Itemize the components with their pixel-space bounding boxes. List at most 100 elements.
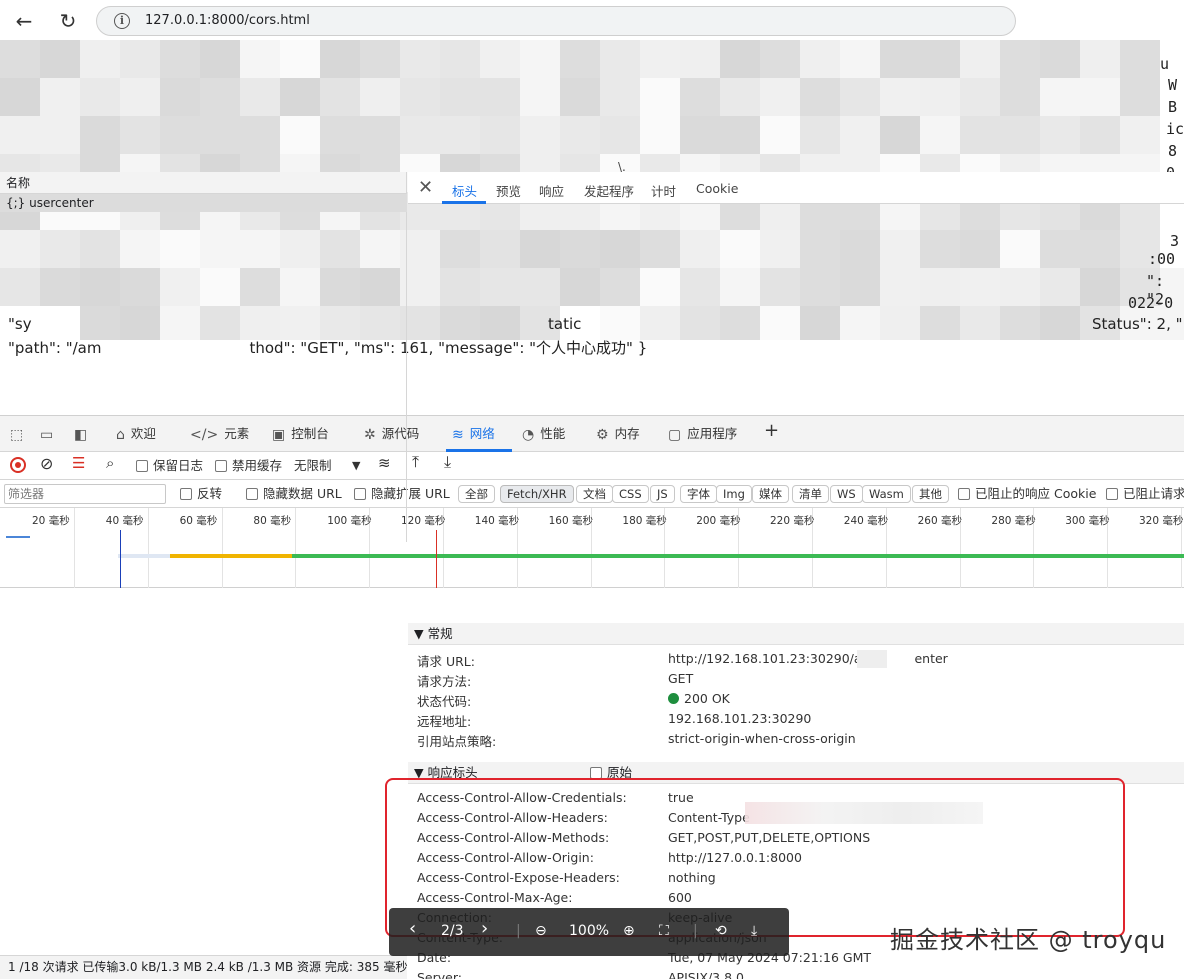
download-icon[interactable]: ⤓	[751, 921, 757, 941]
tab-preview[interactable]: 预览	[496, 181, 521, 200]
blur-block	[1080, 268, 1120, 306]
page-text-fragment: B	[1168, 98, 1178, 116]
blur-block	[240, 78, 280, 116]
blur-block	[600, 306, 640, 340]
plus-icon[interactable]: +	[764, 422, 779, 440]
info-icon[interactable]: i	[114, 13, 130, 29]
header-value: APISIX/3.8.0	[668, 970, 744, 979]
timeline-tick-label: 220 毫秒	[770, 515, 815, 527]
load-marker	[436, 530, 437, 588]
blur-block	[640, 268, 680, 306]
fit-screen-icon[interactable]: ⛶	[659, 921, 669, 941]
type-filter-chip[interactable]: 清单	[792, 485, 829, 503]
blur-block	[480, 78, 520, 116]
type-filter-chip[interactable]: 其他	[912, 485, 949, 503]
type-filter-chip[interactable]: 文档	[576, 485, 613, 503]
next-icon[interactable]: ›	[481, 919, 488, 939]
reload-icon[interactable]: ↻	[56, 10, 80, 34]
type-filter-chip[interactable]: CSS	[612, 485, 649, 503]
column-header-name[interactable]: 名称	[0, 172, 407, 194]
type-filter-chip[interactable]: Img	[716, 485, 752, 503]
zoom-out-icon[interactable]: ⊖	[535, 921, 547, 941]
tab-headers[interactable]: 标头	[452, 181, 477, 200]
blur-block	[400, 116, 440, 154]
blur-block	[160, 78, 200, 116]
type-filter-chip[interactable]: 字体	[680, 485, 717, 503]
blur-block	[600, 268, 640, 306]
blur-block	[480, 40, 520, 78]
blur-block	[1080, 116, 1120, 154]
blocked-requests-checkbox[interactable]: 已阻止请求	[1106, 486, 1184, 502]
blur-block	[520, 230, 560, 268]
blocked-cookies-checkbox[interactable]: 已阻止的响应 Cookie	[958, 486, 1096, 502]
app-icon: ▢	[668, 426, 682, 443]
blur-block	[1120, 116, 1160, 154]
blur-block	[720, 78, 760, 116]
blur-block	[440, 116, 480, 154]
blur-block	[40, 116, 80, 154]
tab-initiator[interactable]: 发起程序	[584, 181, 634, 200]
zoom-in-icon[interactable]: ⊕	[623, 921, 635, 941]
blur-block	[600, 40, 640, 78]
prev-icon[interactable]: ‹	[409, 919, 416, 939]
tab-memory[interactable]: ⚙ 内存	[596, 425, 640, 443]
page-text-fragment: 8	[1168, 142, 1178, 160]
type-filter-chip[interactable]: 全部	[458, 485, 495, 503]
blur-block	[960, 40, 1000, 78]
tab-timing[interactable]: 计时	[651, 181, 676, 200]
header-key: 引用站点策略:	[417, 734, 497, 749]
header-key: 远程地址:	[417, 714, 472, 729]
rotate-icon[interactable]: ⟲	[715, 921, 727, 941]
blur-block	[1040, 116, 1080, 154]
blur-block	[560, 40, 600, 78]
tab-network[interactable]: ≋ 网络	[452, 425, 495, 443]
blur-block	[80, 116, 120, 154]
blur-block	[320, 40, 360, 78]
blur-block	[520, 268, 560, 306]
blur-block	[840, 268, 880, 306]
download-icon[interactable]: ⤓	[444, 454, 451, 470]
blur-block	[1040, 306, 1080, 340]
blur-block	[960, 78, 1000, 116]
back-arrow-icon[interactable]: ←	[12, 10, 36, 34]
blur-block	[680, 40, 720, 78]
blur-block	[160, 116, 200, 154]
divider: |	[516, 923, 521, 939]
type-filter-chip[interactable]: JS	[650, 485, 675, 503]
header-value: 200 OK	[668, 691, 730, 706]
chip-icon: ⚙	[596, 426, 609, 443]
blur-block	[0, 40, 40, 78]
blur-block	[960, 268, 1000, 306]
blur-block	[1000, 306, 1040, 340]
type-filter-chip[interactable]: WS	[830, 485, 863, 503]
blur-block	[480, 268, 520, 306]
tab-response[interactable]: 响应	[539, 181, 564, 200]
blur-block	[560, 230, 600, 268]
blur-block	[320, 116, 360, 154]
blur-block	[760, 40, 800, 78]
blur-block	[1000, 40, 1040, 78]
request-row[interactable]: {;} usercenter	[0, 194, 407, 212]
header-value-text: strict-origin-when-cross-origin	[668, 731, 856, 746]
active-tab-indicator	[442, 201, 486, 204]
close-icon[interactable]: ✕	[418, 177, 433, 198]
general-section-header[interactable]: ▼ 常规	[408, 623, 1184, 645]
blur-block	[440, 268, 480, 306]
blur-block	[680, 306, 720, 340]
blur-block	[760, 268, 800, 306]
type-filter-chip[interactable]: Fetch/XHR	[500, 485, 574, 503]
blur-block	[840, 116, 880, 154]
header-value: http://192.168.101.23:30290/ams/enter	[668, 651, 948, 666]
upload-icon[interactable]: ⤒	[412, 454, 419, 470]
timeline-tick-label: 300 毫秒	[1065, 515, 1110, 527]
tab-cookies[interactable]: Cookie	[696, 181, 738, 196]
timeline-tick-label: 260 毫秒	[917, 515, 962, 527]
header-key: 请求方法:	[417, 674, 472, 689]
type-filter-chip[interactable]: 媒体	[752, 485, 789, 503]
tab-performance[interactable]: ◔ 性能	[522, 425, 565, 443]
type-filter-chip[interactable]: Wasm	[862, 485, 911, 503]
tab-application[interactable]: ▢ 应用程序	[668, 425, 737, 443]
url-text[interactable]: 127.0.0.1:8000/cors.html	[145, 13, 310, 29]
blur-block	[200, 116, 240, 154]
blur-block	[440, 306, 480, 340]
